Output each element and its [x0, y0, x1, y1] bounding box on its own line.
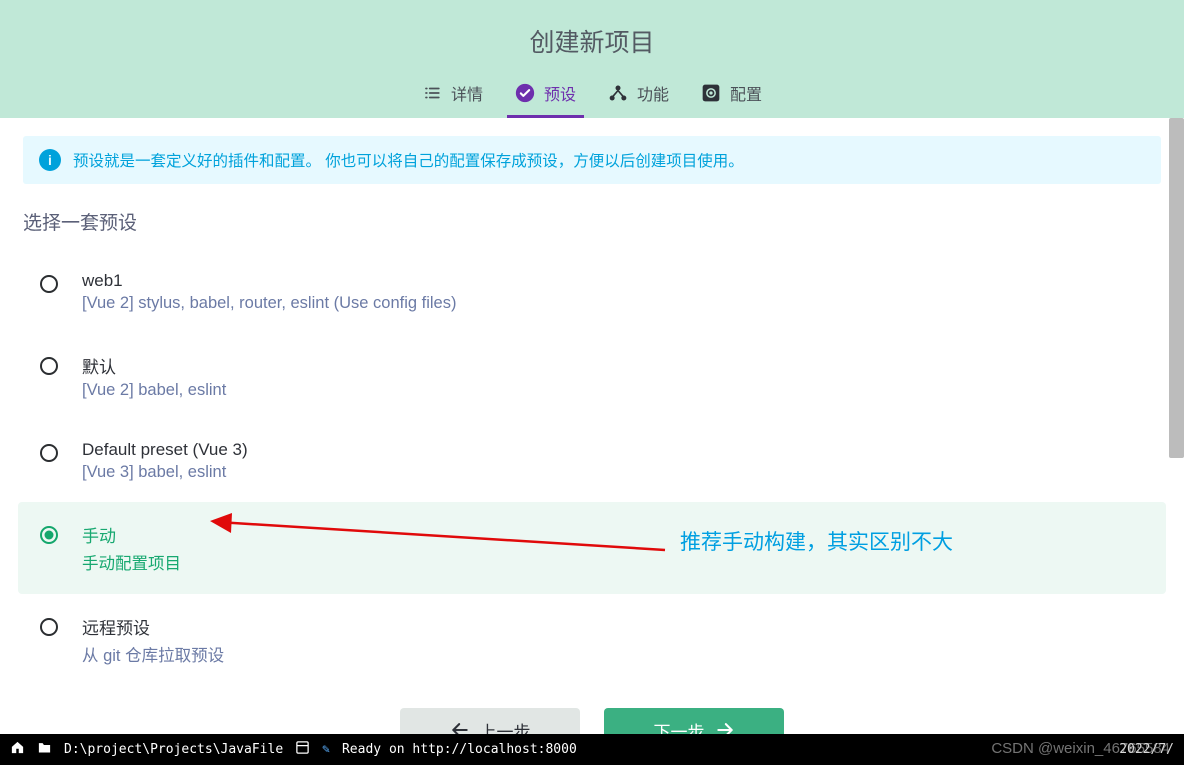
annotation-text: 推荐手动构建，其实区别不大: [680, 526, 953, 556]
check-circle-icon: [515, 83, 535, 103]
arrow-left-icon: [450, 720, 470, 734]
option-title: 远程预设: [82, 614, 224, 639]
option-title: Default preset (Vue 3): [82, 440, 248, 460]
radio-icon: [40, 526, 58, 544]
preset-option-web1[interactable]: web1 [Vue 2] stylus, babel, router, esli…: [18, 251, 1166, 333]
status-ready: Ready on http://localhost:8000: [342, 742, 577, 757]
button-label: 上一步: [480, 718, 531, 735]
scrollbar[interactable]: [1169, 118, 1184, 458]
tab-label: 功能: [637, 81, 669, 105]
option-desc: [Vue 2] babel, eslint: [82, 381, 226, 400]
page-title: 创建新项目: [0, 0, 1184, 59]
button-label: 下一步: [654, 718, 705, 735]
edit-icon[interactable]: ✎: [322, 742, 330, 757]
info-banner: i 预设就是一套定义好的插件和配置。 你也可以将自己的配置保存成预设，方便以后创…: [23, 136, 1161, 184]
section-title: 选择一套预设: [23, 208, 1161, 235]
option-desc: [Vue 2] stylus, babel, router, eslint (U…: [82, 294, 456, 313]
tab-label: 详情: [451, 81, 483, 105]
option-desc: [Vue 3] babel, eslint: [82, 463, 248, 482]
hub-icon: [608, 83, 628, 103]
preset-option-default[interactable]: 默认 [Vue 2] babel, eslint: [18, 333, 1166, 420]
tab-label: 预设: [544, 81, 576, 105]
preset-option-vue3[interactable]: Default preset (Vue 3) [Vue 3] babel, es…: [18, 420, 1166, 502]
info-icon: i: [39, 149, 61, 171]
tab-details[interactable]: 详情: [422, 81, 483, 118]
option-desc: 从 git 仓库拉取预设: [82, 642, 224, 666]
layout-icon[interactable]: [295, 740, 310, 759]
option-title: 默认: [82, 353, 226, 378]
folder-icon[interactable]: [37, 740, 52, 759]
info-text: 预设就是一套定义好的插件和配置。 你也可以将自己的配置保存成预设，方便以后创建项…: [73, 149, 744, 171]
preset-option-remote[interactable]: 远程预设 从 git 仓库拉取预设: [18, 594, 1166, 686]
radio-icon: [40, 357, 58, 375]
radio-icon: [40, 444, 58, 462]
back-button[interactable]: 上一步: [400, 708, 580, 734]
arrow-right-icon: [715, 720, 735, 734]
tab-presets[interactable]: 预设: [515, 81, 576, 118]
status-bar: D:\project\Projects\JavaFile ✎ Ready on …: [0, 734, 1184, 765]
list-icon: [422, 83, 442, 103]
option-title: web1: [82, 271, 456, 291]
footer-buttons: 上一步 下一步: [23, 686, 1161, 734]
option-desc: 手动配置项目: [82, 550, 181, 574]
gear-icon: [701, 83, 721, 103]
option-title: 手动: [82, 522, 181, 547]
radio-icon: [40, 275, 58, 293]
home-icon[interactable]: [10, 740, 25, 759]
radio-icon: [40, 618, 58, 636]
next-button[interactable]: 下一步: [604, 708, 784, 734]
preset-option-manual[interactable]: 手动 手动配置项目: [18, 502, 1166, 594]
status-date: 2022/7/: [1119, 742, 1174, 757]
tab-features[interactable]: 功能: [608, 81, 669, 118]
tab-label: 配置: [730, 81, 762, 105]
content-area: i 预设就是一套定义好的插件和配置。 你也可以将自己的配置保存成预设，方便以后创…: [0, 118, 1184, 734]
status-path: D:\project\Projects\JavaFile: [64, 742, 283, 757]
tab-config[interactable]: 配置: [701, 81, 762, 118]
header-tabs: 详情 预设 功能 配置: [0, 81, 1184, 118]
